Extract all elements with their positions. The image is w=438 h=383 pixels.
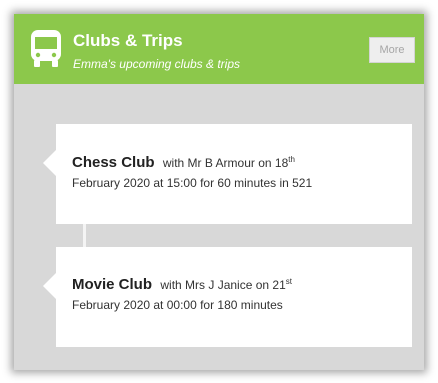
widget-header: Clubs & Trips Emma's upcoming clubs & tr…	[14, 14, 424, 84]
club-header-line: Chess Club with Mr B Armour on 18th	[72, 154, 396, 172]
club-card[interactable]: Movie Club with Mrs J Janice on 21st Feb…	[43, 247, 412, 347]
club-detail-line2: February 2020 at 00:00 for 180 minutes	[72, 298, 283, 312]
club-detail-line2: February 2020 at 15:00 for 60 minutes in…	[72, 176, 313, 190]
club-name: Movie Club	[72, 276, 153, 293]
date-ordinal: th	[288, 155, 295, 164]
club-detail: with Mrs J Janice on 21	[160, 278, 286, 292]
more-button[interactable]: More	[369, 37, 415, 63]
widget-subtitle: Emma's upcoming clubs & trips	[73, 57, 241, 71]
club-detail: with Mr B Armour on 18	[162, 156, 289, 170]
club-card[interactable]: Chess Club with Mr B Armour on 18th Febr…	[43, 124, 412, 224]
club-header-line: Movie Club with Mrs J Janice on 21st	[72, 276, 396, 294]
widget-title: Clubs & Trips	[73, 31, 183, 50]
club-name: Chess Club	[72, 154, 155, 171]
clubs-trips-widget: Clubs & Trips Emma's upcoming clubs & tr…	[14, 14, 424, 370]
date-ordinal: st	[285, 277, 292, 286]
bus-icon	[31, 30, 61, 67]
